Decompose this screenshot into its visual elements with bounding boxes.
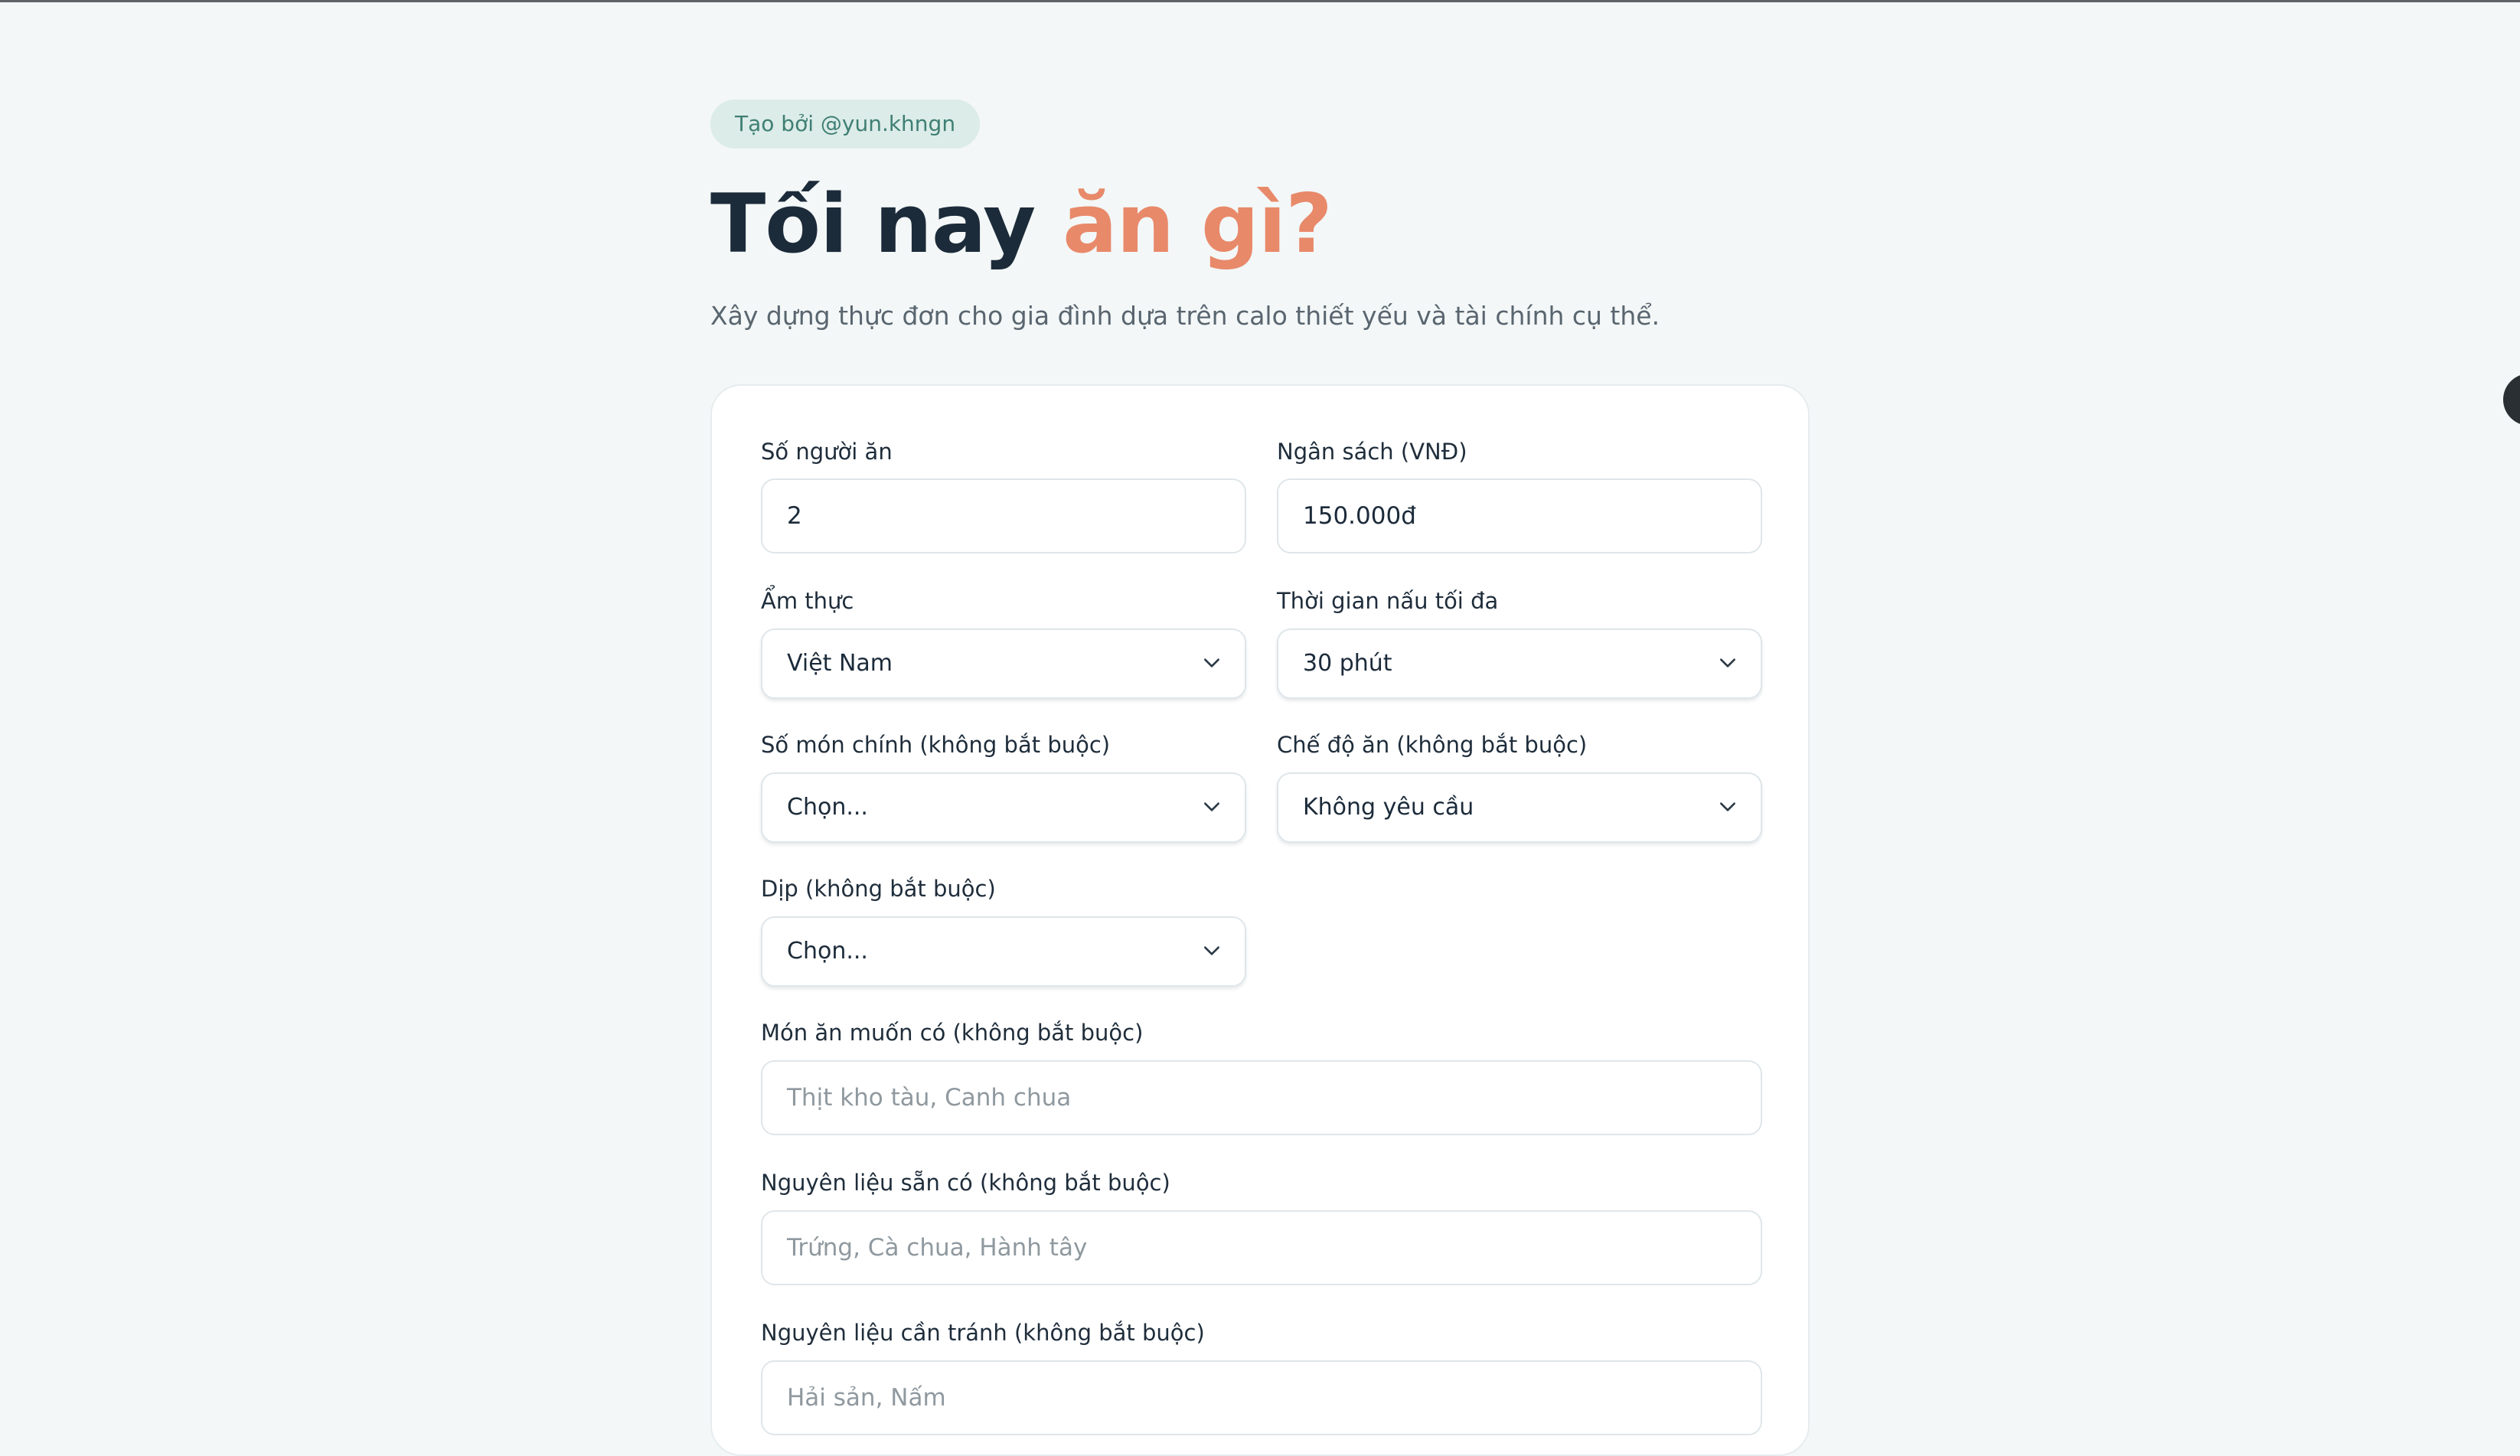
cuisine-label: Ẩm thực (761, 588, 854, 614)
chevron-down-icon (1204, 946, 1219, 955)
available-ingredients-label: Nguyên liệu sẵn có (không bắt buộc) (761, 1170, 1170, 1196)
cook-time-label: Thời gian nấu tối đa (1277, 588, 1499, 614)
main-dishes-select[interactable]: Chọn... (761, 772, 1246, 843)
cuisine-select[interactable]: Việt Nam (761, 628, 1246, 699)
main-dishes-value: Chọn... (787, 794, 868, 821)
budget-label: Ngân sách (VNĐ) (1277, 439, 1467, 465)
chevron-down-icon (1720, 658, 1735, 668)
available-ingredients-input[interactable]: Trứng, Cà chua, Hành tây (761, 1210, 1762, 1285)
diet-select[interactable]: Không yêu cầu (1277, 772, 1762, 843)
page-title: Tối nay ăn gì? (710, 175, 1333, 274)
main-dishes-label: Số món chính (không bắt buộc) (761, 732, 1111, 758)
creator-badge: Tạo bởi @yun.khngn (710, 100, 981, 149)
people-label: Số người ăn (761, 439, 893, 465)
meal-form-card: Số người ăn 2 Ngân sách (VNĐ) 150.000đ Ẩ… (710, 384, 1810, 1456)
cuisine-value: Việt Nam (787, 650, 893, 677)
diet-label: Chế độ ăn (không bắt buộc) (1277, 732, 1588, 758)
people-input[interactable]: 2 (761, 478, 1246, 553)
title-accent: ăn gì? (1063, 177, 1333, 271)
cook-time-value: 30 phút (1303, 650, 1392, 677)
page-subtitle: Xây dựng thực đơn cho gia đình dựa trên … (710, 301, 1660, 331)
avoid-ingredients-label: Nguyên liệu cần tránh (không bắt buộc) (761, 1320, 1205, 1346)
cook-time-select[interactable]: 30 phút (1277, 628, 1762, 699)
occasion-value: Chọn... (787, 938, 868, 965)
avoid-ingredients-input[interactable]: Hải sản, Nấm (761, 1360, 1762, 1435)
chevron-down-icon (1204, 658, 1219, 668)
chevron-down-icon (1204, 802, 1219, 811)
chevron-down-icon (1720, 802, 1735, 811)
top-border (0, 0, 2520, 2)
desired-dishes-label: Món ăn muốn có (không bắt buộc) (761, 1020, 1144, 1046)
budget-input[interactable]: 150.000đ (1277, 478, 1762, 553)
title-main: Tối nay (710, 177, 1036, 271)
occasion-select[interactable]: Chọn... (761, 916, 1246, 987)
occasion-label: Dịp (không bắt buộc) (761, 876, 996, 902)
floating-toggle-button[interactable] (2503, 374, 2520, 426)
diet-value: Không yêu cầu (1303, 794, 1474, 821)
desired-dishes-input[interactable]: Thịt kho tàu, Canh chua (761, 1060, 1762, 1135)
